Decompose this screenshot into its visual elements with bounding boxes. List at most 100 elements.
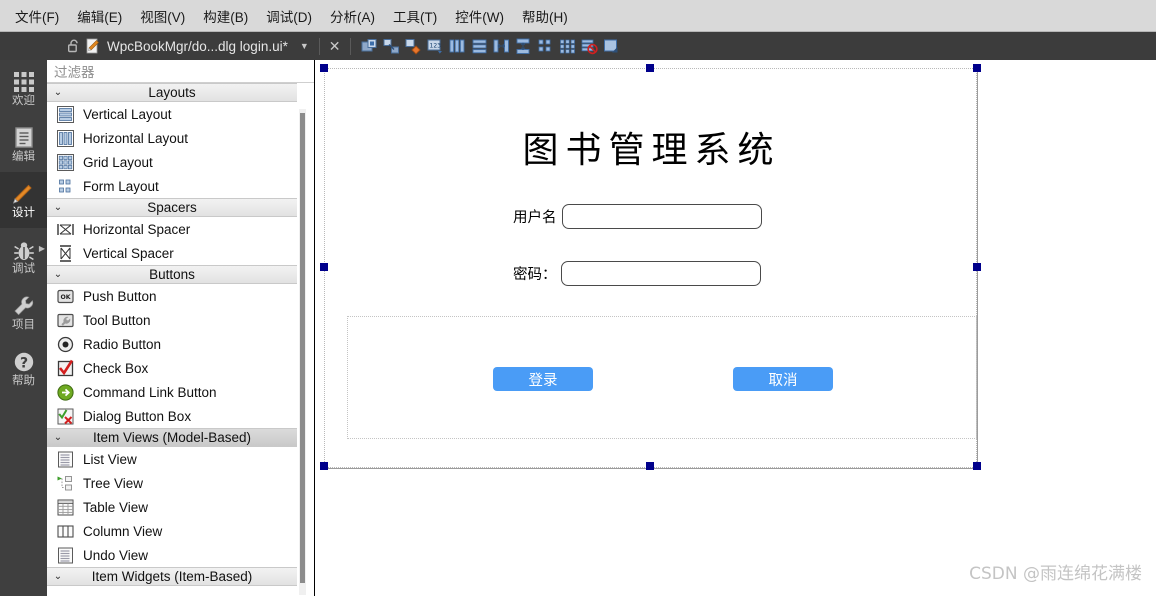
menu-help[interactable]: 帮助(H) bbox=[513, 2, 577, 30]
selection-handle-middle-left[interactable] bbox=[320, 263, 328, 271]
username-input[interactable] bbox=[561, 204, 762, 229]
edit-widgets-icon[interactable] bbox=[361, 37, 379, 55]
chevron-right-icon[interactable]: ▶ bbox=[39, 244, 45, 253]
widget-filter-placeholder: 过滤器 bbox=[54, 65, 95, 80]
mode-projects[interactable]: 项目 bbox=[0, 284, 47, 340]
selection-handle-bottom-right[interactable] bbox=[973, 462, 981, 470]
widget-item-radio-button[interactable]: Radio Button bbox=[47, 332, 297, 356]
group-title: Buttons bbox=[149, 267, 195, 282]
mode-welcome[interactable]: 欢迎 bbox=[0, 60, 47, 116]
layout-vertical-splitter-icon[interactable] bbox=[515, 37, 533, 55]
design-canvas[interactable]: 图书管理系统 用户名 密码： 登录 取消 CSDN @雨连绵花满楼 bbox=[316, 60, 1156, 596]
close-icon[interactable]: ✕ bbox=[326, 38, 344, 55]
cancel-button[interactable]: 取消 bbox=[733, 367, 833, 391]
svg-text:?: ? bbox=[19, 356, 27, 372]
mode-debug[interactable]: ▶ 调试 bbox=[0, 228, 47, 284]
selection-handle-middle-right[interactable] bbox=[973, 263, 981, 271]
widget-item-label: Form Layout bbox=[83, 178, 159, 194]
widget-item-label: Horizontal Spacer bbox=[83, 221, 191, 237]
scrollbar-thumb[interactable] bbox=[300, 113, 305, 583]
group-title: Item Widgets (Item-Based) bbox=[91, 569, 253, 584]
widget-item-undo-view[interactable]: Undo View bbox=[47, 543, 297, 567]
menu-bar: 文件(F) 编辑(E) 视图(V) 构建(B) 调试(D) 分析(A) 工具(T… bbox=[0, 0, 1156, 32]
widget-item-label: Tool Button bbox=[83, 312, 151, 328]
layout-horizontally-icon[interactable] bbox=[449, 37, 467, 55]
tool-button-icon bbox=[56, 311, 75, 330]
mode-design[interactable]: 设计 bbox=[0, 172, 47, 228]
tree-view-icon bbox=[56, 474, 75, 493]
layout-horizontal-splitter-icon[interactable] bbox=[493, 37, 511, 55]
widget-item-tree-view[interactable]: Tree View bbox=[47, 471, 297, 495]
edit-signals-slots-icon[interactable] bbox=[383, 37, 401, 55]
menu-analyze[interactable]: 分析(A) bbox=[321, 2, 384, 30]
grid-welcome-icon bbox=[12, 68, 36, 94]
widget-item-check-box[interactable]: Check Box bbox=[47, 356, 297, 380]
widget-item-dialog-button-box[interactable]: Dialog Button Box bbox=[47, 404, 297, 428]
widget-group-item-views[interactable]: ⌄ Item Views (Model-Based) bbox=[47, 428, 297, 447]
widget-item-horizontal-layout[interactable]: Horizontal Layout bbox=[47, 126, 297, 150]
menu-view[interactable]: 视图(V) bbox=[131, 2, 194, 30]
menu-build[interactable]: 构建(B) bbox=[194, 2, 257, 30]
widget-item-vertical-layout[interactable]: Vertical Layout bbox=[47, 102, 297, 126]
widget-item-horizontal-spacer[interactable]: Horizontal Spacer bbox=[47, 217, 297, 241]
chevron-down-icon[interactable]: ▼ bbox=[300, 41, 309, 51]
widget-group-spacers[interactable]: ⌄ Spacers bbox=[47, 198, 297, 217]
layout-form-icon[interactable] bbox=[537, 37, 555, 55]
chevron-down-icon[interactable]: ⌄ bbox=[47, 571, 69, 582]
vertical-scrollbar[interactable] bbox=[299, 109, 306, 595]
menu-file[interactable]: 文件(F) bbox=[6, 2, 68, 30]
widget-item-list-view[interactable]: List View bbox=[47, 447, 297, 471]
menu-debug[interactable]: 调试(D) bbox=[257, 2, 321, 30]
edit-tab-order-icon[interactable]: 123 bbox=[427, 37, 445, 55]
selection-handle-top-center[interactable] bbox=[646, 64, 654, 72]
button-layout-container: 登录 取消 bbox=[347, 316, 977, 439]
vertical-layout-icon bbox=[56, 105, 75, 124]
menu-tools[interactable]: 工具(T) bbox=[384, 2, 446, 30]
password-input[interactable] bbox=[560, 261, 761, 286]
widget-item-label: Command Link Button bbox=[83, 384, 217, 400]
widget-group-buttons[interactable]: ⌄ Buttons bbox=[47, 265, 297, 284]
unlocked-padlock-icon[interactable] bbox=[66, 39, 82, 53]
widget-item-tool-button[interactable]: Tool Button bbox=[47, 308, 297, 332]
widget-item-column-view[interactable]: Column View bbox=[47, 519, 297, 543]
chevron-down-icon[interactable]: ⌄ bbox=[47, 269, 69, 280]
mode-edit[interactable]: 编辑 bbox=[0, 116, 47, 172]
form-layout-icon bbox=[56, 177, 75, 196]
widget-item-push-button[interactable]: OK Push Button bbox=[47, 284, 297, 308]
widget-item-grid-layout[interactable]: Grid Layout bbox=[47, 150, 297, 174]
chevron-down-icon[interactable]: ⌄ bbox=[47, 432, 69, 443]
dialog-button-box-icon bbox=[56, 407, 75, 426]
horizontal-layout-icon bbox=[56, 129, 75, 148]
widget-item-vertical-spacer[interactable]: Vertical Spacer bbox=[47, 241, 297, 265]
selection-handle-bottom-left[interactable] bbox=[320, 462, 328, 470]
widget-item-form-layout[interactable]: Form Layout bbox=[47, 174, 297, 198]
qt-creator-window: 文件(F) 编辑(E) 视图(V) 构建(B) 调试(D) 分析(A) 工具(T… bbox=[0, 0, 1156, 596]
horizontal-spacer-icon bbox=[56, 220, 75, 239]
toolbar-separator-1 bbox=[318, 37, 320, 55]
chevron-down-icon[interactable]: ⌄ bbox=[47, 202, 69, 213]
widget-group-layouts[interactable]: ⌄ Layouts bbox=[47, 83, 297, 102]
svg-text:123: 123 bbox=[430, 42, 442, 49]
break-layout-icon[interactable] bbox=[581, 37, 599, 55]
widget-item-command-link-button[interactable]: Command Link Button bbox=[47, 380, 297, 404]
widget-item-label: Check Box bbox=[83, 360, 149, 376]
widget-item-label: Grid Layout bbox=[83, 154, 153, 170]
widget-filter-input[interactable]: 过滤器 bbox=[47, 60, 314, 83]
widget-item-table-view[interactable]: Table View bbox=[47, 495, 297, 519]
layout-grid-icon[interactable] bbox=[559, 37, 577, 55]
selection-handle-top-right[interactable] bbox=[973, 64, 981, 72]
adjust-size-icon[interactable] bbox=[603, 37, 621, 55]
mode-help[interactable]: ? 帮助 bbox=[0, 340, 47, 396]
active-editor-tab[interactable]: WpcBookMgr/do...dlg login.ui* ▼ bbox=[82, 38, 313, 54]
edit-buddies-icon[interactable] bbox=[405, 37, 423, 55]
selection-handle-bottom-center[interactable] bbox=[646, 462, 654, 470]
menu-widgets[interactable]: 控件(W) bbox=[446, 2, 513, 30]
login-button[interactable]: 登录 bbox=[493, 367, 593, 391]
toolbar-separator-2 bbox=[349, 37, 351, 55]
menu-edit[interactable]: 编辑(E) bbox=[68, 2, 131, 30]
widget-group-item-widgets[interactable]: ⌄ Item Widgets (Item-Based) bbox=[47, 567, 297, 586]
layout-vertically-icon[interactable] bbox=[471, 37, 489, 55]
login-form-widget[interactable]: 图书管理系统 用户名 密码： 登录 取消 bbox=[324, 68, 977, 468]
chevron-down-icon[interactable]: ⌄ bbox=[47, 87, 69, 98]
selection-handle-top-left[interactable] bbox=[320, 64, 328, 72]
